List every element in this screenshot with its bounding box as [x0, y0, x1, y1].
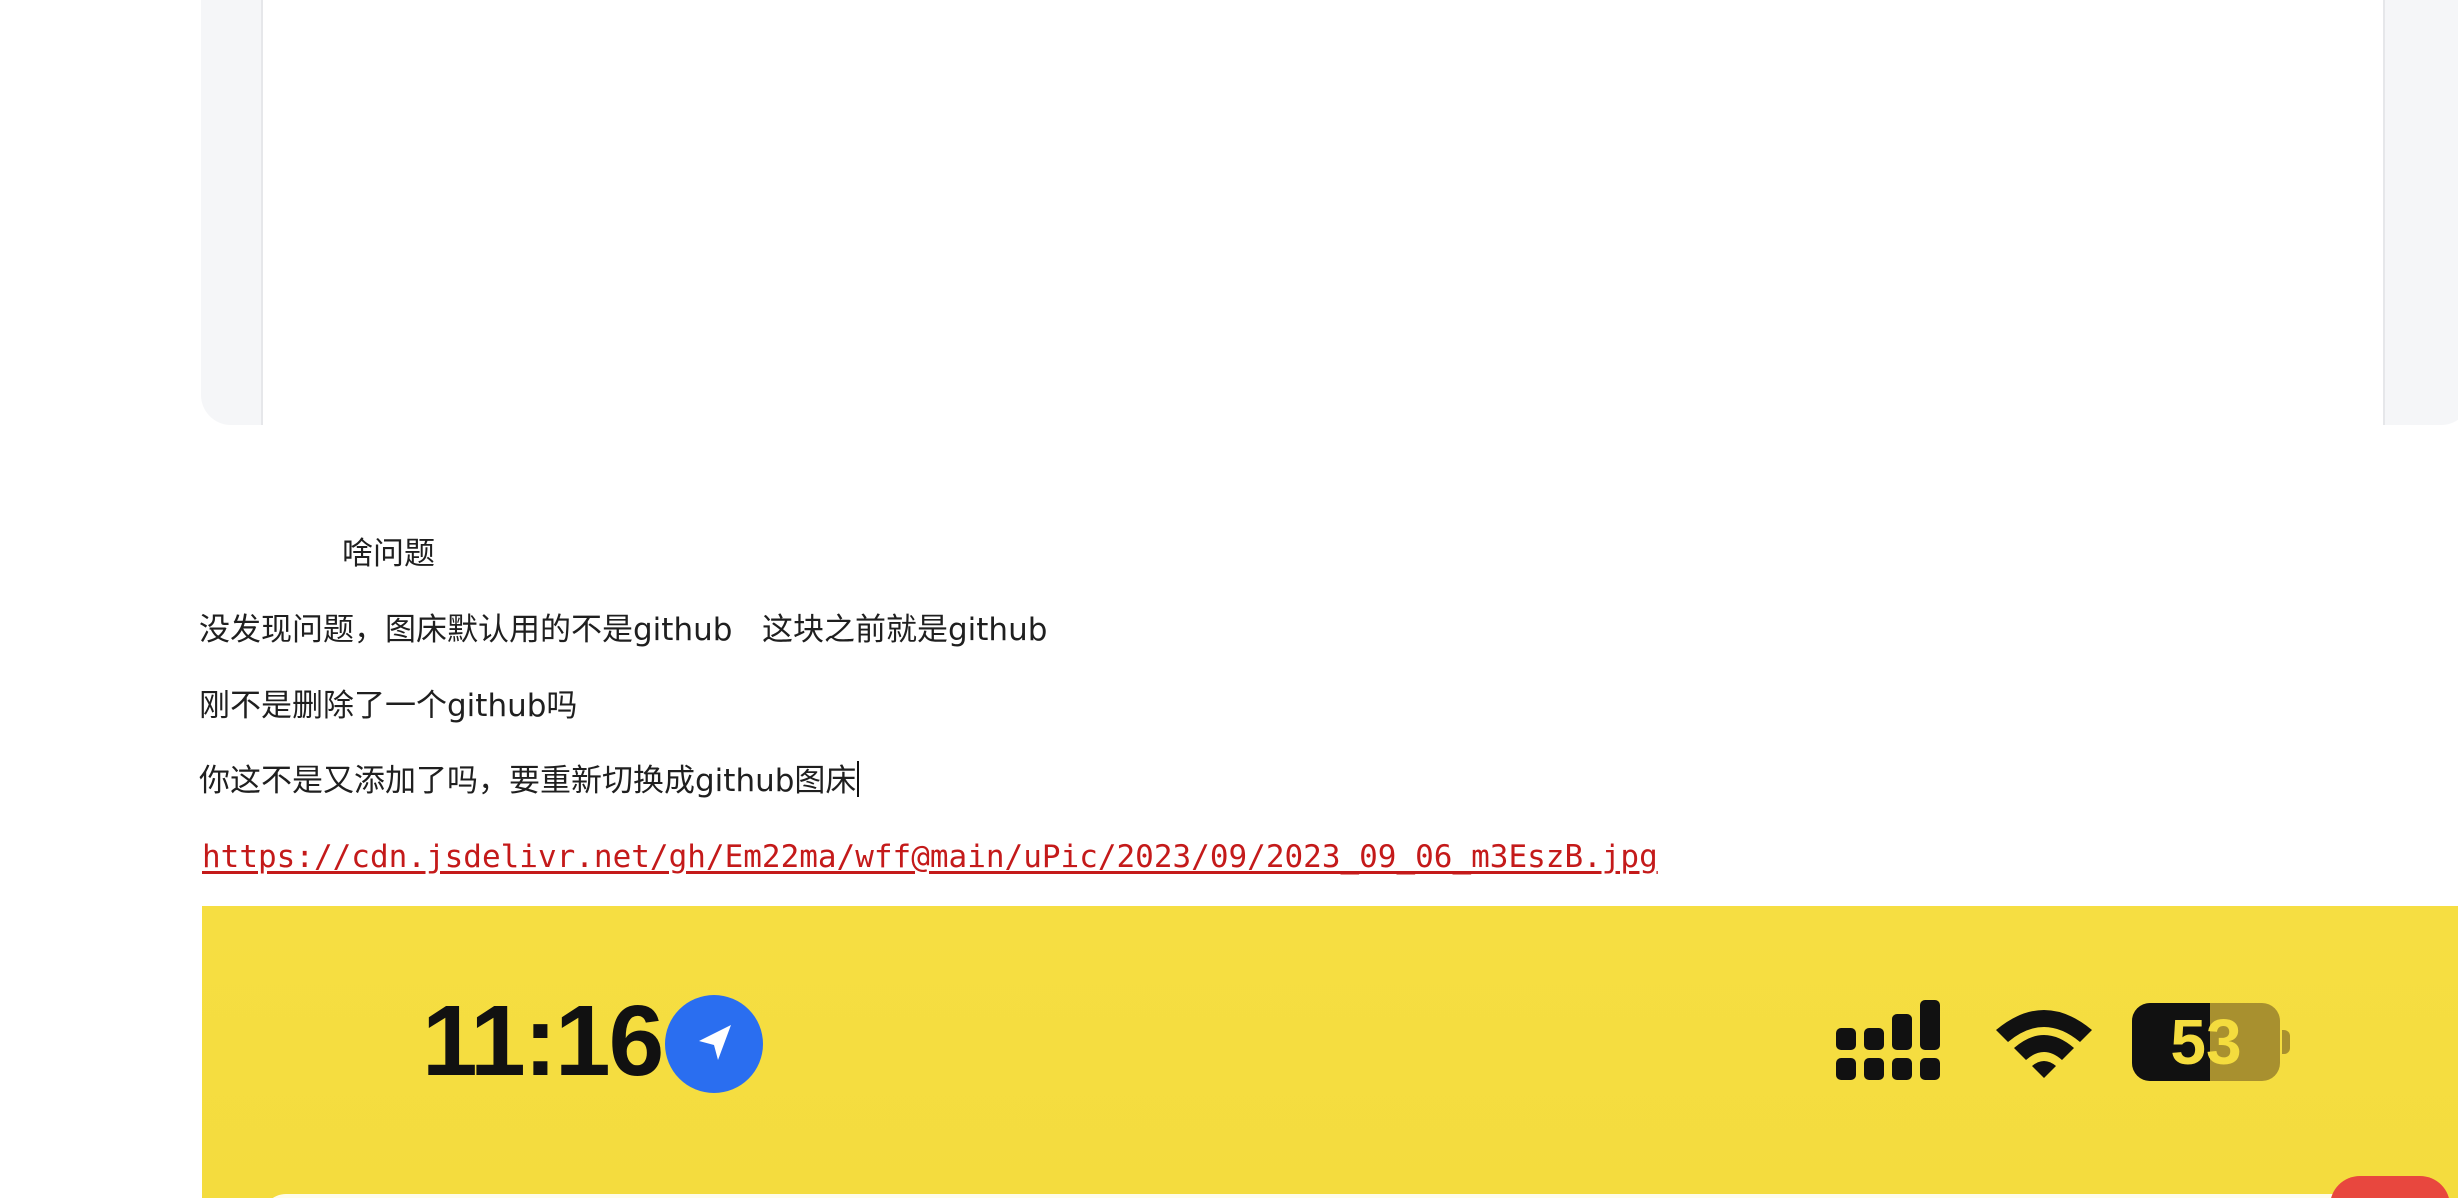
- cellular-signal-icon: [1836, 1000, 1940, 1080]
- battery-cap: [2282, 1030, 2290, 1054]
- wifi-icon: [1996, 1010, 2092, 1078]
- text-line-current[interactable]: 你这不是又添加了吗，要重新切换成github图床: [199, 761, 860, 801]
- embedded-phone-screenshot: 11:16 53: [202, 906, 2458, 1198]
- phone-screenshot-card-edge: [262, 1194, 2402, 1198]
- text-line-reply[interactable]: 没发现问题，图床默认用的不是github 这块之前就是github: [199, 610, 1047, 650]
- embedded-screenshot-content: [261, 0, 2385, 425]
- text-line-question[interactable]: 啥问题: [342, 534, 435, 574]
- battery-level-text: 53: [2170, 1006, 2242, 1078]
- text-caret: [857, 761, 860, 797]
- text-line-followup[interactable]: 刚不是删除了一个github吗: [199, 686, 577, 726]
- location-arrow-icon: [665, 995, 763, 1093]
- status-bar-time: 11:16: [422, 985, 664, 1097]
- text-line-current-text: 你这不是又添加了吗，要重新切换成github图床: [199, 763, 857, 799]
- embedded-screenshot-card: [201, 0, 2458, 425]
- notification-badge: [2330, 1176, 2450, 1198]
- image-url-link[interactable]: https://cdn.jsdelivr.net/gh/Em22ma/wff@m…: [202, 837, 1658, 877]
- battery-icon: 53: [2132, 1003, 2280, 1081]
